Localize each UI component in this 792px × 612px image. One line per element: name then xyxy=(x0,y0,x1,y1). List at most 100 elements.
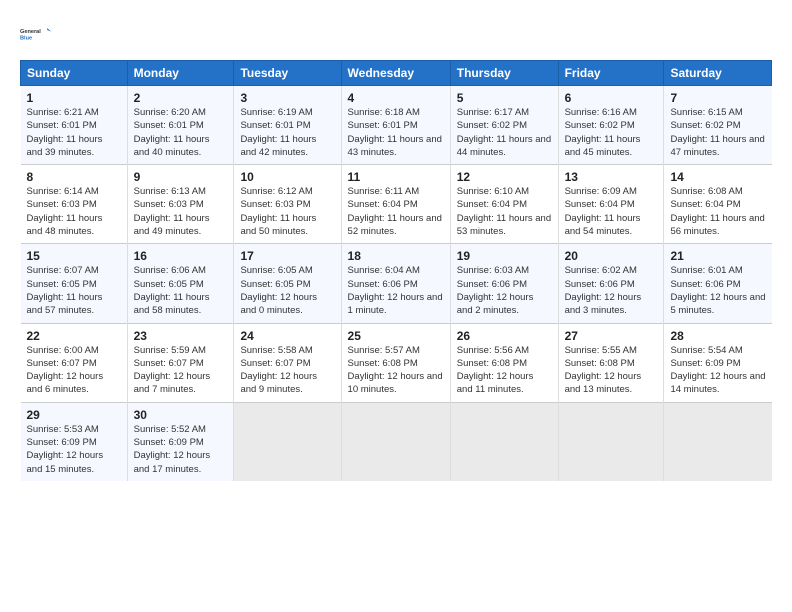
day-cell: 25 Sunrise: 5:57 AM Sunset: 6:08 PM Dayl… xyxy=(341,323,450,402)
week-row-2: 8 Sunrise: 6:14 AM Sunset: 6:03 PM Dayli… xyxy=(21,165,772,244)
day-cell: 15 Sunrise: 6:07 AM Sunset: 6:05 PM Dayl… xyxy=(21,244,128,323)
day-number: 2 xyxy=(134,91,228,105)
day-info: Sunrise: 6:07 AM Sunset: 6:05 PM Dayligh… xyxy=(27,264,121,317)
day-number: 9 xyxy=(134,170,228,184)
day-info: Sunrise: 6:09 AM Sunset: 6:04 PM Dayligh… xyxy=(565,185,658,238)
day-info: Sunrise: 6:06 AM Sunset: 6:05 PM Dayligh… xyxy=(134,264,228,317)
day-cell: 9 Sunrise: 6:13 AM Sunset: 6:03 PM Dayli… xyxy=(127,165,234,244)
day-number: 26 xyxy=(457,329,552,343)
day-number: 25 xyxy=(348,329,444,343)
day-cell: 24 Sunrise: 5:58 AM Sunset: 6:07 PM Dayl… xyxy=(234,323,341,402)
day-number: 17 xyxy=(240,249,334,263)
day-cell: 11 Sunrise: 6:11 AM Sunset: 6:04 PM Dayl… xyxy=(341,165,450,244)
day-number: 6 xyxy=(565,91,658,105)
day-cell: 23 Sunrise: 5:59 AM Sunset: 6:07 PM Dayl… xyxy=(127,323,234,402)
day-info: Sunrise: 6:00 AM Sunset: 6:07 PM Dayligh… xyxy=(27,344,121,397)
day-number: 5 xyxy=(457,91,552,105)
day-number: 3 xyxy=(240,91,334,105)
day-number: 8 xyxy=(27,170,121,184)
day-number: 11 xyxy=(348,170,444,184)
day-info: Sunrise: 6:10 AM Sunset: 6:04 PM Dayligh… xyxy=(457,185,552,238)
day-cell: 20 Sunrise: 6:02 AM Sunset: 6:06 PM Dayl… xyxy=(558,244,664,323)
logo-icon: General Blue xyxy=(20,18,52,50)
day-cell: 4 Sunrise: 6:18 AM Sunset: 6:01 PM Dayli… xyxy=(341,86,450,165)
day-number: 27 xyxy=(565,329,658,343)
day-number: 15 xyxy=(27,249,121,263)
calendar-table: SundayMondayTuesdayWednesdayThursdayFrid… xyxy=(20,60,772,481)
day-number: 29 xyxy=(27,408,121,422)
day-number: 18 xyxy=(348,249,444,263)
day-number: 10 xyxy=(240,170,334,184)
day-cell: 8 Sunrise: 6:14 AM Sunset: 6:03 PM Dayli… xyxy=(21,165,128,244)
day-number: 21 xyxy=(670,249,765,263)
day-info: Sunrise: 6:02 AM Sunset: 6:06 PM Dayligh… xyxy=(565,264,658,317)
day-info: Sunrise: 6:17 AM Sunset: 6:02 PM Dayligh… xyxy=(457,106,552,159)
day-info: Sunrise: 6:12 AM Sunset: 6:03 PM Dayligh… xyxy=(240,185,334,238)
day-info: Sunrise: 6:11 AM Sunset: 6:04 PM Dayligh… xyxy=(348,185,444,238)
day-cell: 5 Sunrise: 6:17 AM Sunset: 6:02 PM Dayli… xyxy=(450,86,558,165)
week-row-1: 1 Sunrise: 6:21 AM Sunset: 6:01 PM Dayli… xyxy=(21,86,772,165)
day-cell xyxy=(450,402,558,481)
day-cell: 17 Sunrise: 6:05 AM Sunset: 6:05 PM Dayl… xyxy=(234,244,341,323)
day-info: Sunrise: 6:13 AM Sunset: 6:03 PM Dayligh… xyxy=(134,185,228,238)
day-number: 12 xyxy=(457,170,552,184)
day-info: Sunrise: 6:21 AM Sunset: 6:01 PM Dayligh… xyxy=(27,106,121,159)
page: General Blue SundayMondayTuesdayWednesda… xyxy=(0,0,792,493)
day-cell: 30 Sunrise: 5:52 AM Sunset: 6:09 PM Dayl… xyxy=(127,402,234,481)
day-cell: 21 Sunrise: 6:01 AM Sunset: 6:06 PM Dayl… xyxy=(664,244,772,323)
day-cell: 3 Sunrise: 6:19 AM Sunset: 6:01 PM Dayli… xyxy=(234,86,341,165)
calendar-body: 1 Sunrise: 6:21 AM Sunset: 6:01 PM Dayli… xyxy=(21,86,772,481)
day-number: 19 xyxy=(457,249,552,263)
day-number: 30 xyxy=(134,408,228,422)
day-info: Sunrise: 6:14 AM Sunset: 6:03 PM Dayligh… xyxy=(27,185,121,238)
column-header-wednesday: Wednesday xyxy=(341,61,450,86)
column-header-sunday: Sunday xyxy=(21,61,128,86)
column-header-thursday: Thursday xyxy=(450,61,558,86)
day-number: 20 xyxy=(565,249,658,263)
day-info: Sunrise: 5:52 AM Sunset: 6:09 PM Dayligh… xyxy=(134,423,228,476)
day-info: Sunrise: 6:15 AM Sunset: 6:02 PM Dayligh… xyxy=(670,106,765,159)
calendar-header: SundayMondayTuesdayWednesdayThursdayFrid… xyxy=(21,61,772,86)
week-row-5: 29 Sunrise: 5:53 AM Sunset: 6:09 PM Dayl… xyxy=(21,402,772,481)
day-info: Sunrise: 5:56 AM Sunset: 6:08 PM Dayligh… xyxy=(457,344,552,397)
header: General Blue xyxy=(20,18,772,50)
day-cell: 28 Sunrise: 5:54 AM Sunset: 6:09 PM Dayl… xyxy=(664,323,772,402)
day-number: 1 xyxy=(27,91,121,105)
week-row-3: 15 Sunrise: 6:07 AM Sunset: 6:05 PM Dayl… xyxy=(21,244,772,323)
column-header-saturday: Saturday xyxy=(664,61,772,86)
svg-text:General: General xyxy=(20,29,41,35)
day-info: Sunrise: 6:20 AM Sunset: 6:01 PM Dayligh… xyxy=(134,106,228,159)
day-number: 22 xyxy=(27,329,121,343)
day-cell: 29 Sunrise: 5:53 AM Sunset: 6:09 PM Dayl… xyxy=(21,402,128,481)
day-cell: 12 Sunrise: 6:10 AM Sunset: 6:04 PM Dayl… xyxy=(450,165,558,244)
day-cell: 19 Sunrise: 6:03 AM Sunset: 6:06 PM Dayl… xyxy=(450,244,558,323)
day-cell: 18 Sunrise: 6:04 AM Sunset: 6:06 PM Dayl… xyxy=(341,244,450,323)
week-row-4: 22 Sunrise: 6:00 AM Sunset: 6:07 PM Dayl… xyxy=(21,323,772,402)
day-info: Sunrise: 5:53 AM Sunset: 6:09 PM Dayligh… xyxy=(27,423,121,476)
day-cell: 1 Sunrise: 6:21 AM Sunset: 6:01 PM Dayli… xyxy=(21,86,128,165)
day-number: 16 xyxy=(134,249,228,263)
day-info: Sunrise: 6:03 AM Sunset: 6:06 PM Dayligh… xyxy=(457,264,552,317)
day-cell: 2 Sunrise: 6:20 AM Sunset: 6:01 PM Dayli… xyxy=(127,86,234,165)
day-info: Sunrise: 5:57 AM Sunset: 6:08 PM Dayligh… xyxy=(348,344,444,397)
day-info: Sunrise: 6:05 AM Sunset: 6:05 PM Dayligh… xyxy=(240,264,334,317)
day-cell: 7 Sunrise: 6:15 AM Sunset: 6:02 PM Dayli… xyxy=(664,86,772,165)
day-cell: 26 Sunrise: 5:56 AM Sunset: 6:08 PM Dayl… xyxy=(450,323,558,402)
day-info: Sunrise: 5:58 AM Sunset: 6:07 PM Dayligh… xyxy=(240,344,334,397)
day-info: Sunrise: 5:59 AM Sunset: 6:07 PM Dayligh… xyxy=(134,344,228,397)
day-cell xyxy=(234,402,341,481)
day-number: 23 xyxy=(134,329,228,343)
logo: General Blue xyxy=(20,18,52,50)
day-number: 13 xyxy=(565,170,658,184)
column-header-monday: Monday xyxy=(127,61,234,86)
day-cell: 6 Sunrise: 6:16 AM Sunset: 6:02 PM Dayli… xyxy=(558,86,664,165)
day-cell: 13 Sunrise: 6:09 AM Sunset: 6:04 PM Dayl… xyxy=(558,165,664,244)
day-number: 14 xyxy=(670,170,765,184)
day-cell xyxy=(341,402,450,481)
column-header-friday: Friday xyxy=(558,61,664,86)
day-number: 7 xyxy=(670,91,765,105)
day-cell: 27 Sunrise: 5:55 AM Sunset: 6:08 PM Dayl… xyxy=(558,323,664,402)
day-info: Sunrise: 6:16 AM Sunset: 6:02 PM Dayligh… xyxy=(565,106,658,159)
day-cell: 22 Sunrise: 6:00 AM Sunset: 6:07 PM Dayl… xyxy=(21,323,128,402)
day-cell: 14 Sunrise: 6:08 AM Sunset: 6:04 PM Dayl… xyxy=(664,165,772,244)
